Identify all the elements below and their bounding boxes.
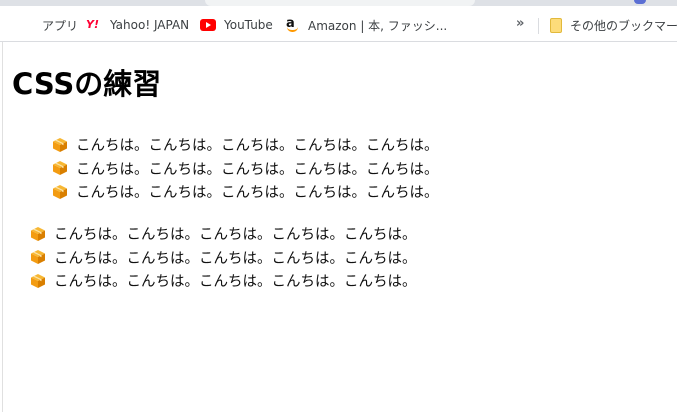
bookmark-apps[interactable]: アプリ [20,16,78,34]
package-box-icon [53,161,67,176]
list-item-text: こんちは。こんちは。こんちは。こんちは。こんちは。 [54,227,417,244]
youtube-icon [200,19,216,31]
package-box-icon [31,273,45,288]
bookmark-yahoo-label: Yahoo! JAPAN [110,18,190,32]
item-list-outdented: こんちは。こんちは。こんちは。こんちは。こんちは。 こんちは。こんちは。こんちは… [30,222,417,293]
folder-icon [550,17,562,33]
bookmark-amazon[interactable]: a Amazon | 本, ファッシ... [286,16,447,34]
bookmark-other-folder-label: その他のブックマーク [570,18,677,33]
window-left-edge [0,42,3,412]
package-box-icon [31,250,45,265]
profile-avatar[interactable] [634,0,646,4]
apps-grid-icon [20,18,34,32]
page-title: CSSの練習 [12,67,162,101]
list-item: こんちは。こんちは。こんちは。こんちは。こんちは。 [30,246,417,270]
bookmark-amazon-label: Amazon | 本, ファッシ... [308,18,448,33]
list-item: こんちは。こんちは。こんちは。こんちは。こんちは。 [52,180,439,204]
list-item: こんちは。こんちは。こんちは。こんちは。こんちは。 [30,222,417,246]
list-item: こんちは。こんちは。こんちは。こんちは。こんちは。 [52,133,439,157]
bookmark-apps-label: アプリ [42,18,79,33]
amazon-icon: a [286,17,300,32]
bookmark-youtube[interactable]: YouTube [200,16,273,34]
bookmark-youtube-label: YouTube [224,18,273,32]
list-item: こんちは。こんちは。こんちは。こんちは。こんちは。 [30,269,417,293]
list-item: こんちは。こんちは。こんちは。こんちは。こんちは。 [52,157,439,181]
list-item-text: こんちは。こんちは。こんちは。こんちは。こんちは。 [54,250,417,267]
list-item-text: こんちは。こんちは。こんちは。こんちは。こんちは。 [76,138,439,155]
item-list-indented: こんちは。こんちは。こんちは。こんちは。こんちは。 こんちは。こんちは。こんちは… [52,133,439,204]
package-box-icon [53,137,67,152]
bookmark-other-folder[interactable]: その他のブックマーク [550,16,677,34]
bookmark-yahoo[interactable]: Y! Yahoo! JAPAN [86,16,189,34]
yahoo-icon: Y! [86,18,99,31]
bookmarks-bar: アプリ Y! Yahoo! JAPAN YouTube a Amazon | 本… [0,6,677,42]
list-item-text: こんちは。こんちは。こんちは。こんちは。こんちは。 [76,161,439,178]
list-item-text: こんちは。こんちは。こんちは。こんちは。こんちは。 [54,274,417,291]
list-item-text: こんちは。こんちは。こんちは。こんちは。こんちは。 [76,185,439,202]
package-box-icon [31,226,45,241]
package-box-icon [53,184,67,199]
bookmarks-separator [538,18,539,34]
bookmarks-overflow-chevron-icon[interactable]: » [516,16,524,31]
